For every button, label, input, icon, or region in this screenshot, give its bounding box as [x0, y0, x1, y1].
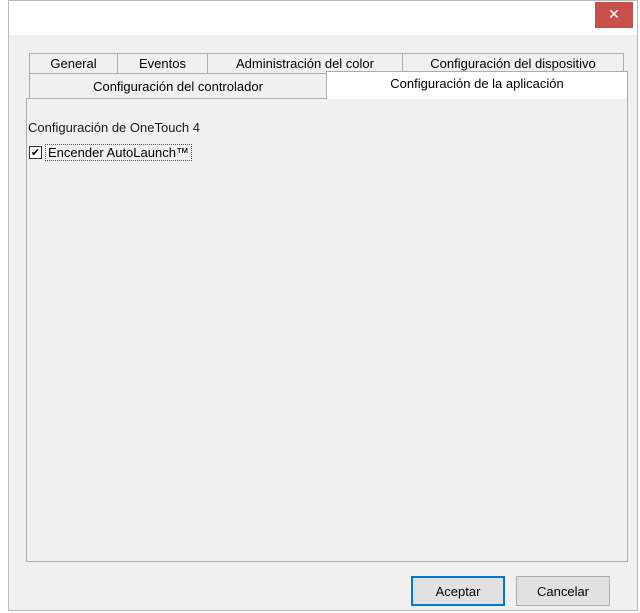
checkmark-icon: ✔	[30, 146, 41, 159]
tab-general[interactable]: General	[29, 53, 118, 74]
section-title: Configuración de OneTouch 4	[28, 120, 201, 135]
accept-button-label: Aceptar	[435, 583, 481, 599]
tab-configuracion-controlador[interactable]: Configuración del controlador	[29, 73, 327, 99]
cancel-button[interactable]: Cancelar	[516, 576, 610, 606]
close-icon: ✕	[608, 7, 620, 23]
autolaunch-option[interactable]: ✔ Encender AutoLaunch™	[29, 144, 192, 161]
tab-eventos[interactable]: Eventos	[117, 53, 208, 74]
tab-configuracion-dispositivo-label: Configuración del dispositivo	[430, 56, 596, 71]
tab-configuracion-aplicacion[interactable]: Configuración de la aplicación	[326, 71, 628, 99]
title-bar: ✕	[9, 1, 637, 35]
accept-button[interactable]: Aceptar	[411, 576, 505, 606]
tab-configuracion-controlador-label: Configuración del controlador	[93, 78, 263, 94]
tab-eventos-label: Eventos	[139, 56, 186, 71]
autolaunch-label[interactable]: Encender AutoLaunch™	[45, 144, 192, 161]
close-button[interactable]: ✕	[595, 2, 633, 28]
tab-administracion-color-label: Administración del color	[235, 56, 374, 71]
cancel-button-label: Cancelar	[536, 583, 590, 599]
tab-general-label: General	[50, 56, 97, 71]
autolaunch-checkbox[interactable]: ✔	[29, 146, 42, 159]
tab-panel	[26, 98, 628, 562]
tab-configuracion-aplicacion-label: Configuración de la aplicación	[390, 76, 564, 91]
